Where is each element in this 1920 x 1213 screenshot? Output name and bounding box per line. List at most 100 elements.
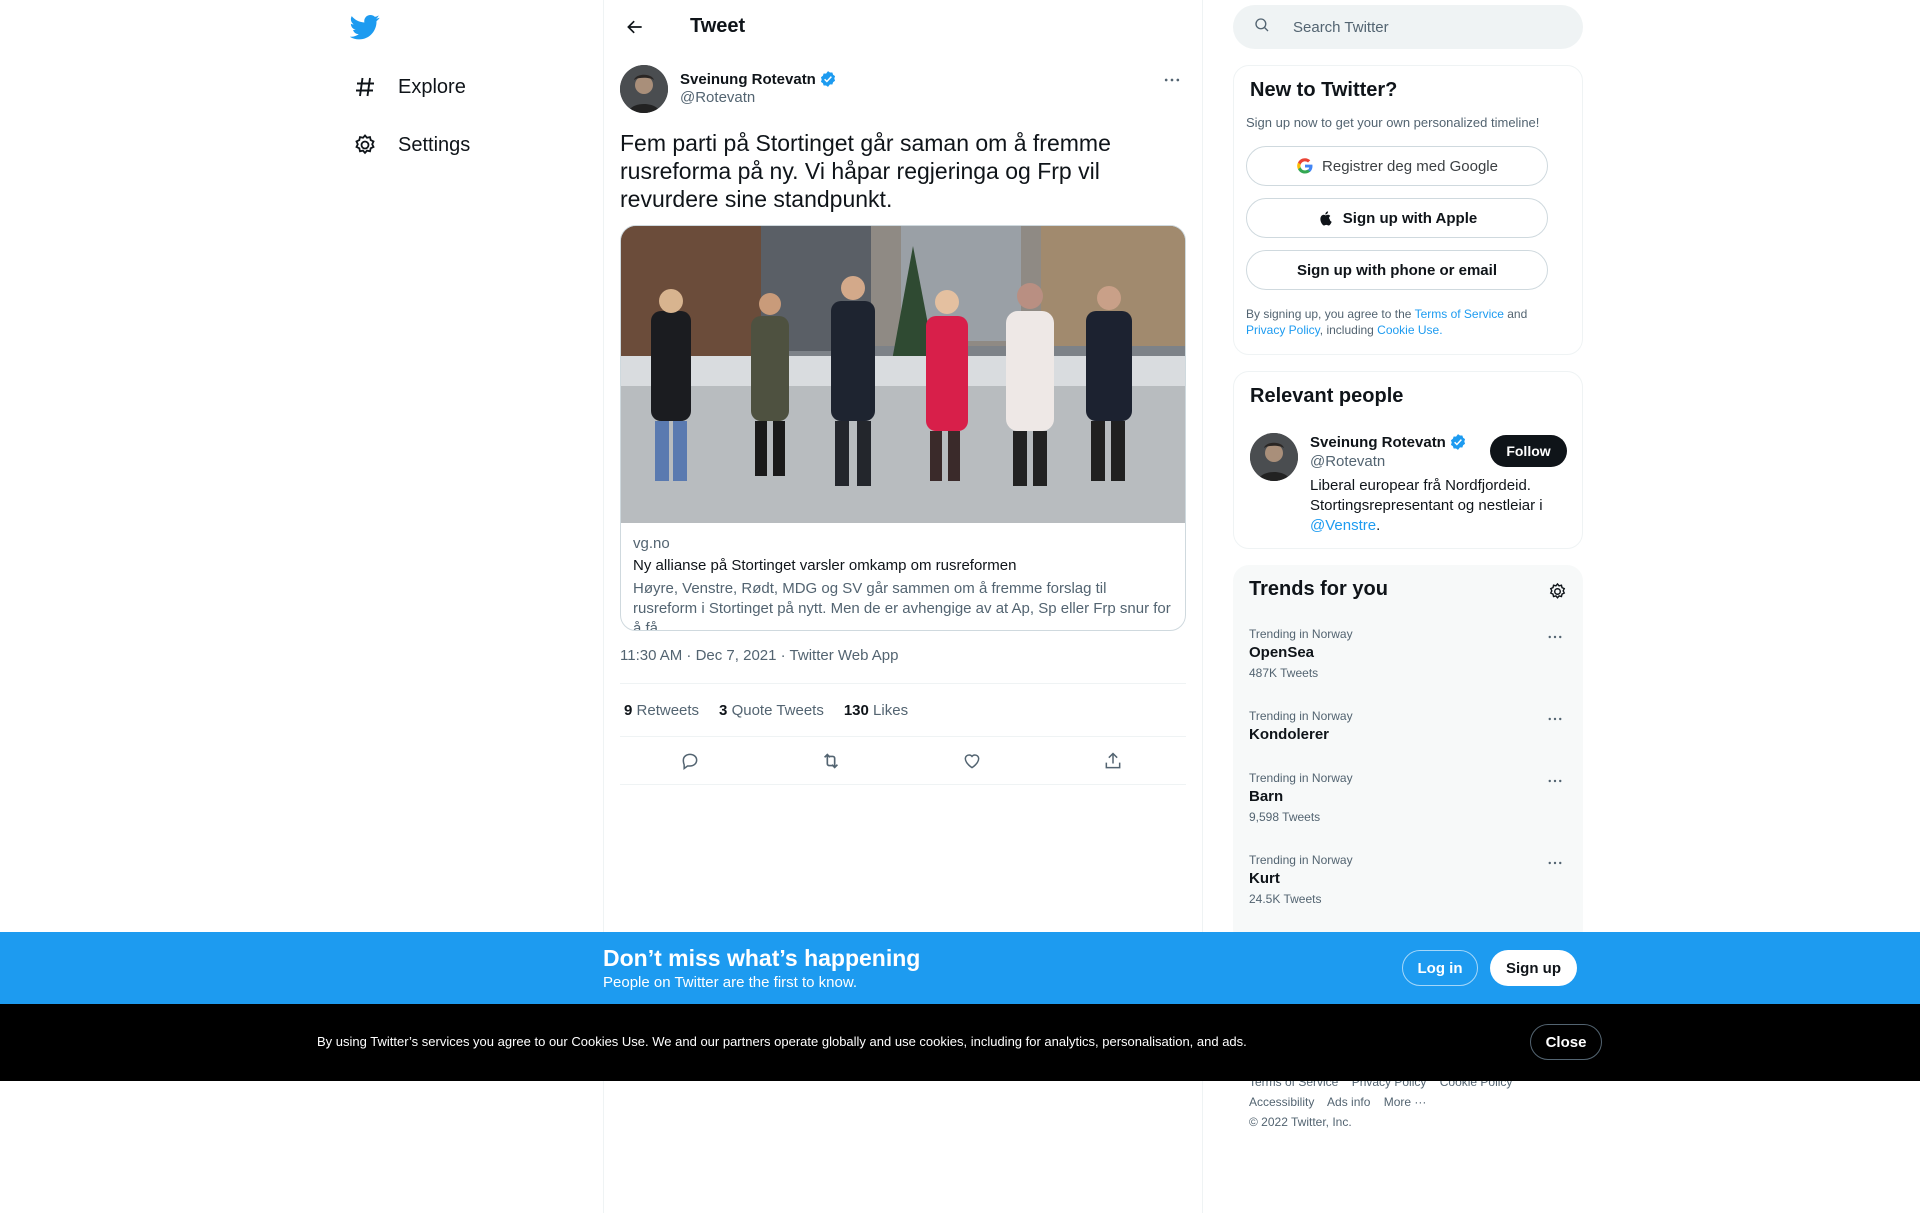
banner-title: Don’t miss what’s happening: [603, 945, 921, 971]
more-options-icon[interactable]: [1543, 853, 1567, 873]
trend-name: Kondolerer: [1249, 726, 1330, 743]
phone-email-signup-button[interactable]: Sign up with phone or email: [1246, 250, 1548, 290]
share-icon[interactable]: [1101, 749, 1125, 773]
terms-and: and: [1503, 307, 1528, 321]
trend-name: OpenSea: [1249, 644, 1315, 661]
bio-text: Liberal europear frå Nordfjordeid. Stort…: [1310, 477, 1543, 514]
apple-logo-icon: [1317, 209, 1335, 227]
terms-prefix: By signing up, you agree to the: [1246, 307, 1415, 321]
trend-item[interactable]: Trending in Norway Kurt 24.5K Tweets: [1233, 853, 1583, 925]
new-to-twitter-title: New to Twitter?: [1250, 79, 1398, 101]
reply-icon[interactable]: [678, 749, 702, 773]
retweet-icon[interactable]: [819, 749, 843, 773]
nav-explore-label: Explore: [398, 75, 466, 98]
follow-button[interactable]: Follow: [1490, 435, 1567, 467]
trend-count: 9,598 Tweets: [1249, 810, 1321, 824]
new-to-twitter-panel: New to Twitter? Sign up now to get your …: [1233, 65, 1583, 355]
nav-settings[interactable]: Settings: [352, 125, 470, 165]
venstre-mention-link[interactable]: @Venstre: [1310, 517, 1376, 534]
likes-count: 130: [843, 701, 869, 719]
twitter-bird-icon[interactable]: [349, 12, 384, 42]
trend-item[interactable]: Trending in Norway Barn 9,598 Tweets: [1233, 771, 1583, 843]
trend-count: 24.5K Tweets: [1249, 892, 1322, 906]
more-options-icon[interactable]: [1158, 68, 1186, 92]
search-icon: [1253, 16, 1271, 39]
footer-links: Terms of Service Privacy Policy Cookie P…: [1249, 1072, 1569, 1132]
terms-of-service-link[interactable]: Terms of Service: [1415, 307, 1504, 321]
trend-name: Kurt: [1249, 870, 1280, 887]
back-arrow-icon[interactable]: [620, 12, 650, 42]
footer-more-link[interactable]: More ···: [1384, 1095, 1427, 1109]
page-title: Tweet: [690, 15, 746, 37]
quotes-count: 3: [719, 701, 728, 719]
card-meta: vg.no Ny allianse på Stortinget varsler …: [621, 523, 1185, 630]
tweet-actions: [620, 737, 1186, 785]
tweet-stats: 9 Retweets 3 Quote Tweets 130 Likes: [620, 683, 1186, 737]
trend-context: Trending in Norway: [1249, 771, 1353, 785]
quotes-stat[interactable]: 3 Quote Tweets: [719, 702, 824, 719]
close-button[interactable]: Close: [1530, 1024, 1602, 1060]
trends-title: Trends for you: [1249, 578, 1388, 600]
signup-terms: By signing up, you agree to the Terms of…: [1246, 306, 1556, 338]
cookie-bar: By using Twitter’s services you agree to…: [0, 1004, 1920, 1081]
google-logo-icon: [1296, 157, 1314, 175]
relevant-people-panel: Relevant people Sveinung Rotevatn @Rotev…: [1233, 371, 1583, 549]
google-signup-button[interactable]: Registrer deg med Google: [1246, 146, 1548, 186]
person-name[interactable]: Sveinung Rotevatn: [1310, 433, 1467, 451]
avatar[interactable]: [1250, 433, 1298, 481]
trends-panel: Trends for you Trending in Norway OpenSe…: [1233, 565, 1583, 945]
person-handle[interactable]: @Rotevatn: [1310, 453, 1385, 470]
like-heart-icon[interactable]: [960, 749, 984, 773]
trend-context: Trending in Norway: [1249, 627, 1353, 641]
footer-ads-link[interactable]: Ads info: [1327, 1095, 1370, 1109]
apple-signup-label: Sign up with Apple: [1342, 209, 1478, 227]
verified-badge-icon: [1450, 434, 1465, 450]
more-options-icon[interactable]: [1543, 709, 1567, 729]
retweets-count: 9: [624, 701, 633, 719]
quotes-label: Quote Tweets: [731, 701, 824, 719]
trend-context: Trending in Norway: [1249, 853, 1353, 867]
apple-signup-button[interactable]: Sign up with Apple: [1246, 198, 1548, 238]
google-signup-label: Registrer deg med Google: [1322, 157, 1498, 175]
hashtag-icon: [352, 74, 378, 100]
author-name[interactable]: Sveinung Rotevatn: [680, 70, 837, 88]
author-handle[interactable]: @Rotevatn: [680, 89, 755, 106]
retweets-stat[interactable]: 9 Retweets: [624, 702, 699, 719]
nav-settings-label: Settings: [398, 133, 471, 156]
new-to-twitter-subtitle: Sign up now to get your own personalized…: [1246, 115, 1540, 130]
search-input[interactable]: [1293, 18, 1553, 36]
trend-context: Trending in Norway: [1249, 709, 1353, 723]
more-options-icon[interactable]: [1543, 771, 1567, 791]
tweet-timestamp[interactable]: 11:30 AM · Dec 7, 2021 · Twitter Web App: [620, 647, 898, 664]
cookie-text: By using Twitter’s services you agree to…: [317, 1034, 1247, 1049]
search-box[interactable]: [1233, 5, 1583, 49]
likes-stat[interactable]: 130 Likes: [844, 702, 908, 719]
footer-accessibility-link[interactable]: Accessibility: [1249, 1095, 1314, 1109]
privacy-policy-link[interactable]: Privacy Policy: [1246, 323, 1320, 337]
footer-copyright: © 2022 Twitter, Inc.: [1249, 1115, 1352, 1129]
terms-end: .: [1439, 323, 1443, 337]
author-name-text: Sveinung Rotevatn: [680, 70, 816, 88]
trend-name: Barn: [1249, 788, 1284, 805]
card-domain: vg.no: [633, 535, 670, 552]
person-bio: Liberal europear frå Nordfjordeid. Stort…: [1310, 476, 1570, 536]
trend-item[interactable]: Trending in Norway OpenSea 487K Tweets: [1233, 627, 1583, 699]
signup-button[interactable]: Sign up: [1490, 950, 1577, 986]
nav-explore[interactable]: Explore: [352, 67, 466, 107]
card-title: Ny allianse på Stortinget varsler omkamp…: [633, 557, 1017, 574]
avatar[interactable]: [620, 65, 668, 113]
likes-label: Likes: [873, 701, 909, 719]
more-options-icon[interactable]: [1543, 627, 1567, 647]
tweet-header: Tweet: [604, 0, 1202, 53]
cookie-use-link[interactable]: Cookie Use: [1377, 323, 1439, 337]
tweet-text: Fem parti på Stortinget går saman om å f…: [620, 130, 1111, 212]
relevant-people-title: Relevant people: [1250, 385, 1404, 407]
gear-icon: [352, 132, 378, 158]
gear-icon[interactable]: [1545, 579, 1569, 603]
link-card[interactable]: vg.no Ny allianse på Stortinget varsler …: [620, 225, 1186, 631]
person-name-text: Sveinung Rotevatn: [1310, 433, 1446, 451]
trend-count: 487K Tweets: [1249, 666, 1319, 680]
verified-badge-icon: [820, 71, 835, 87]
retweets-label: Retweets: [636, 701, 700, 719]
login-button[interactable]: Log in: [1402, 950, 1478, 986]
